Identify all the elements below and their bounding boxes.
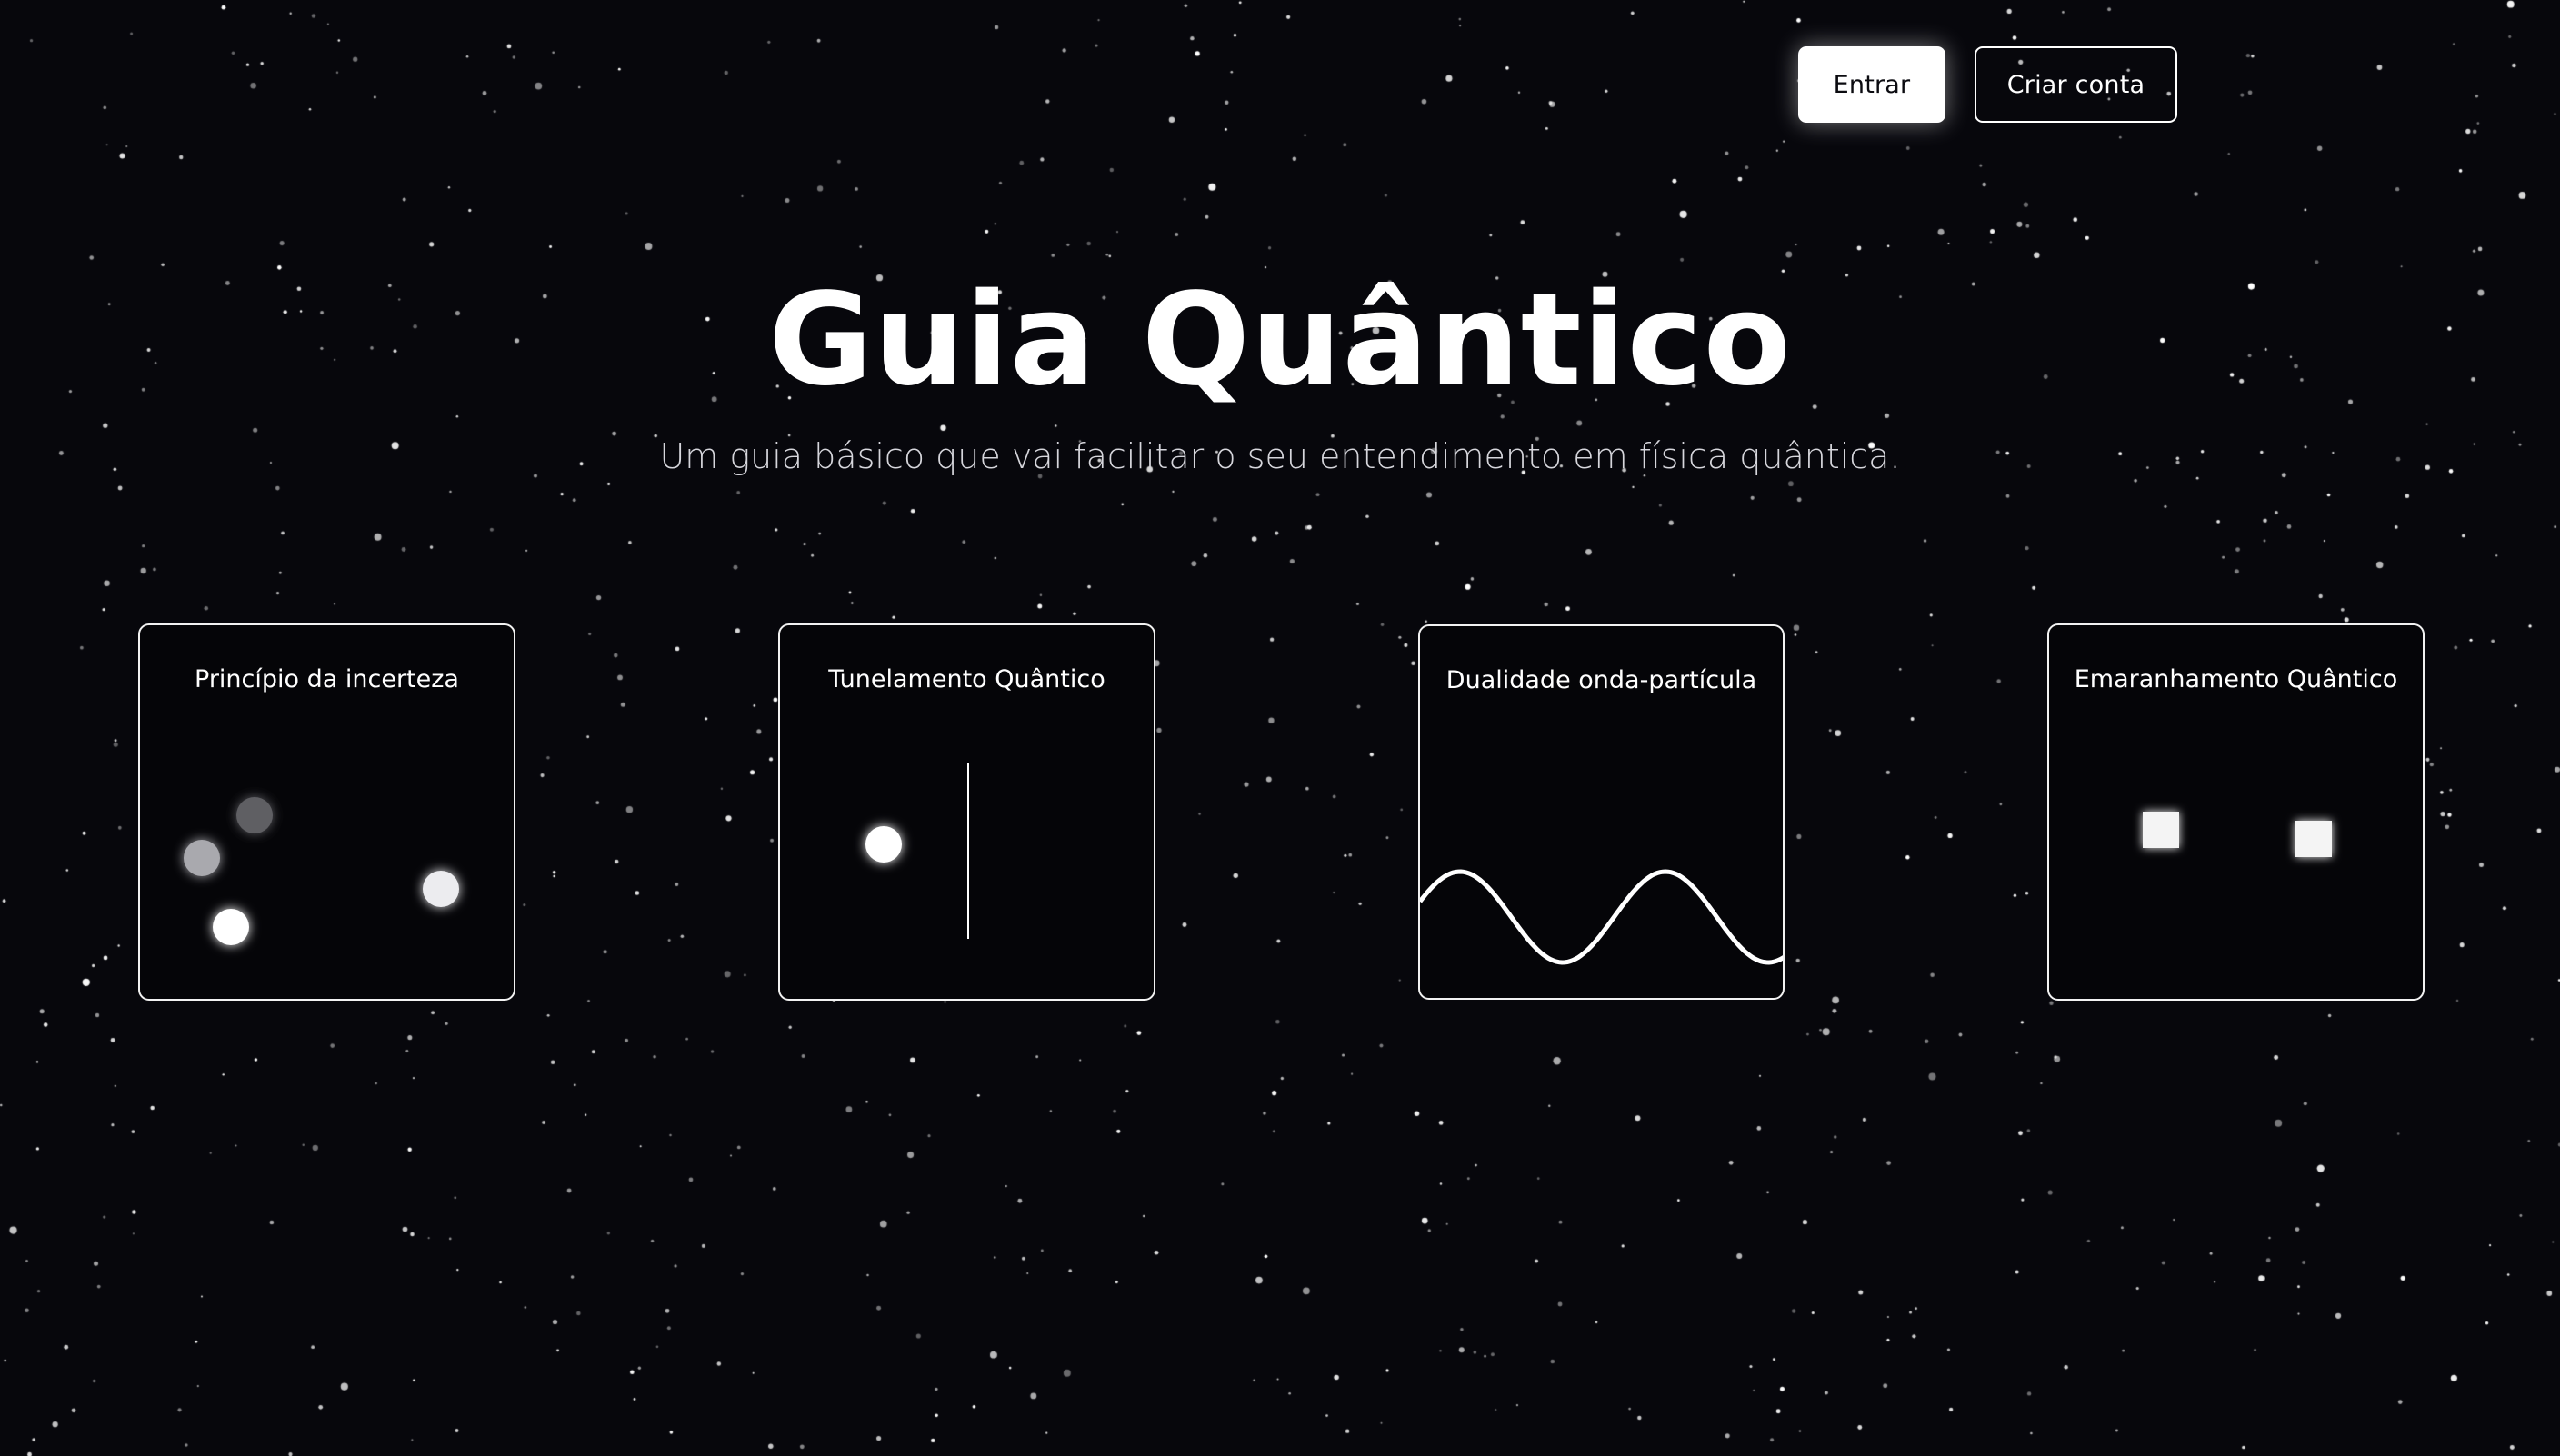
wave-icon [1420,869,1783,965]
card-uncertainty-principle[interactable]: Princípio da incerteza [138,623,515,1001]
entangled-particle-icon [2143,812,2179,848]
particle-icon [236,797,273,833]
particle-icon [423,871,459,907]
card-wave-particle-duality[interactable]: Dualidade onda-partícula [1418,624,1785,1000]
card-quantum-tunneling[interactable]: Tunelamento Quântico [778,623,1155,1001]
page-title: Guia Quântico [768,266,1792,414]
particle-icon [213,909,249,945]
signup-button[interactable]: Criar conta [1975,46,2177,123]
landing-page: Entrar Criar conta Guia Quântico Um guia… [0,0,2560,1456]
particle-icon [865,826,902,863]
page-subtitle: Um guia básico que vai facilitar o seu e… [659,436,1901,476]
top-nav: Entrar Criar conta [1798,46,2178,123]
tunneling-illustration [865,763,969,939]
card-quantum-entanglement[interactable]: Emaranhamento Quântico [2047,623,2425,1001]
wave-illustration [1420,869,1783,965]
particle-icon [184,840,220,876]
uncertainty-illustration [184,797,459,945]
entangled-particle-icon [2295,821,2332,857]
login-button[interactable]: Entrar [1798,46,1945,123]
entanglement-illustration [2143,812,2332,857]
